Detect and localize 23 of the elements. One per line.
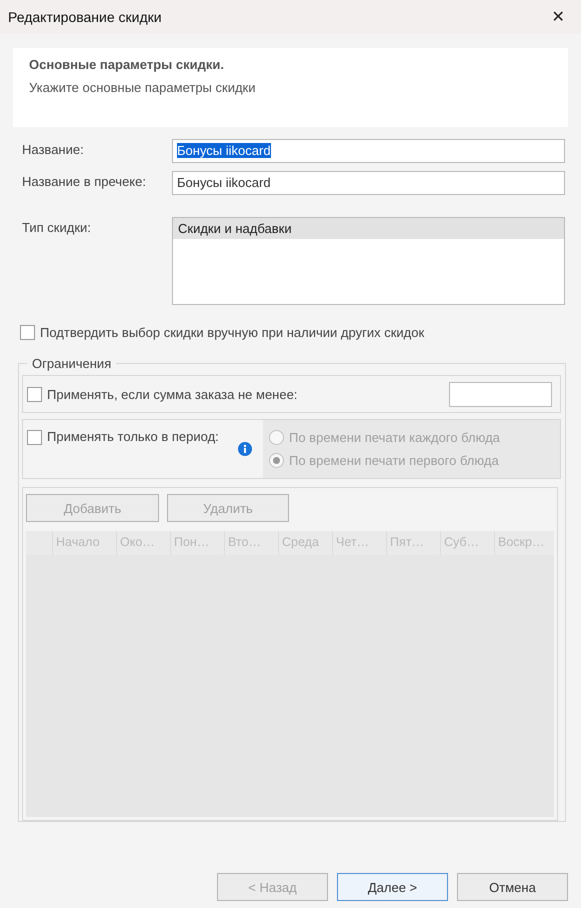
checkbox[interactable] [27, 386, 42, 402]
window-title: Редактирование скидки [8, 9, 162, 25]
list-item[interactable]: Скидки и надбавки [173, 218, 564, 239]
radio-label: По времени печати первого блюда [289, 453, 499, 468]
close-button[interactable]: ✕ [543, 3, 573, 31]
checkbox-label: Подтвердить выбор скидки вручную при наличии других скидок [40, 325, 424, 340]
radio-label: По времени печати каждого блюда [289, 430, 500, 445]
checkbox-label: Применять, если сумма заказа не менее: [47, 386, 298, 402]
header-subtitle: Укажите основные параметры скидки [29, 80, 256, 95]
checkbox-label: Применять только в период: [47, 429, 219, 446]
info-icon [238, 442, 252, 456]
checkbox[interactable] [27, 430, 42, 445]
group-title: Ограничения [31, 356, 112, 371]
input-field[interactable]: Бонусы iikocard [172, 139, 565, 163]
checkbox[interactable] [20, 325, 35, 340]
next-button[interactable]: Далее > [337, 873, 448, 901]
input-field[interactable] [449, 382, 552, 406]
header-title: Основные параметры скидки. [29, 57, 225, 72]
input-field[interactable]: Бонусы iikocard [172, 171, 565, 195]
field-label: Название в пречеке: [22, 173, 147, 189]
field-label: Название: [22, 141, 85, 157]
field-label: Тип скидки: [22, 219, 92, 235]
cancel-button[interactable]: Отмена [457, 873, 568, 901]
